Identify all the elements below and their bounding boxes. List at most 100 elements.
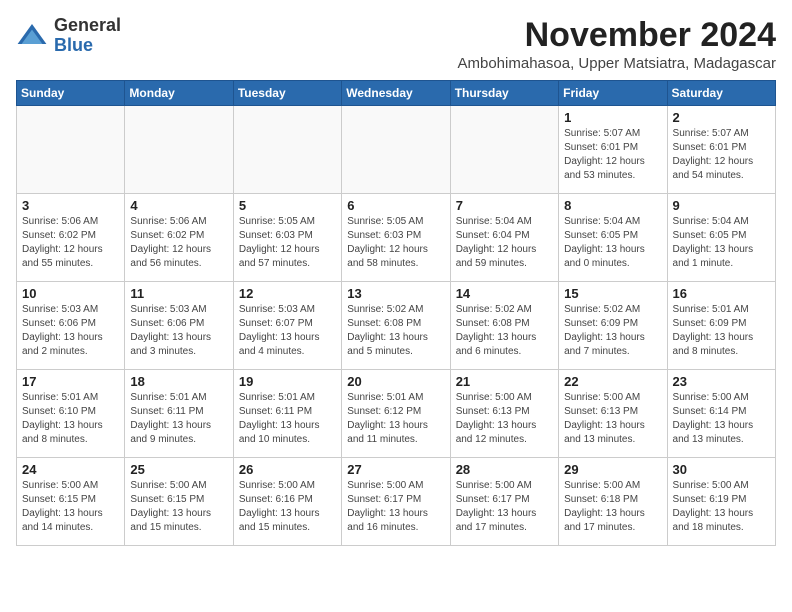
logo-general: General xyxy=(54,16,121,36)
logo-text: General Blue xyxy=(54,16,121,56)
calendar-cell: 8Sunrise: 5:04 AM Sunset: 6:05 PM Daylig… xyxy=(559,194,667,282)
calendar-cell: 25Sunrise: 5:00 AM Sunset: 6:15 PM Dayli… xyxy=(125,458,233,546)
header-thursday: Thursday xyxy=(450,81,558,106)
calendar-cell: 24 Sunrise: 5:00 AM Sunset: 6:15 PM Dayli… xyxy=(17,458,125,546)
day-number: 19 xyxy=(239,374,336,389)
calendar-table: Sunday Monday Tuesday Wednesday Thursday… xyxy=(16,80,776,546)
day-info: Sunrise: 5:06 AM Sunset: 6:02 PM Dayligh… xyxy=(130,215,227,271)
day-info: Sunrise: 5:04 AM Sunset: 6:05 PM Dayligh… xyxy=(673,215,770,271)
day-number: 27 xyxy=(347,462,444,477)
header-wednesday: Wednesday xyxy=(342,81,450,106)
calendar-cell: 23 Sunrise: 5:00 AM Sunset: 6:14 PM Dayli… xyxy=(667,370,775,458)
header-tuesday: Tuesday xyxy=(233,81,341,106)
day-info: Sunrise: 5:03 AM Sunset: 6:07 PM Dayligh… xyxy=(239,303,336,359)
calendar-cell: 4 Sunrise: 5:06 AM Sunset: 6:02 PM Daylig… xyxy=(125,194,233,282)
day-info: Sunrise: 5:00 AM Sunset: 6:14 PM Dayligh… xyxy=(673,391,770,447)
location-subtitle: Ambohimahasoa, Upper Matsiatra, Madagasc… xyxy=(458,55,777,72)
logo-blue: Blue xyxy=(54,36,121,56)
calendar-cell: 18Sunrise: 5:01 AM Sunset: 6:11 PM Dayli… xyxy=(125,370,233,458)
day-info: Sunrise: 5:05 AM Sunset: 6:03 PM Dayligh… xyxy=(347,215,444,271)
calendar-cell: 12Sunrise: 5:03 AM Sunset: 6:07 PM Dayli… xyxy=(233,282,341,370)
day-number: 24 xyxy=(22,462,119,477)
day-number: 6 xyxy=(347,198,444,213)
day-info: Sunrise: 5:00 AM Sunset: 6:15 PM Dayligh… xyxy=(22,479,119,535)
day-number: 23 xyxy=(673,374,770,389)
day-number: 10 xyxy=(22,286,119,301)
calendar-cell xyxy=(342,106,450,194)
calendar-cell: 13 Sunrise: 5:02 AM Sunset: 6:08 PM Dayli… xyxy=(342,282,450,370)
day-number: 15 xyxy=(564,286,661,301)
day-info: Sunrise: 5:00 AM Sunset: 6:17 PM Dayligh… xyxy=(456,479,553,535)
calendar-cell xyxy=(233,106,341,194)
calendar-week-1: 1 Sunrise: 5:07 AM Sunset: 6:01 PM Daylig… xyxy=(17,106,776,194)
calendar-cell: 1Sunrise: 5:07 AM Sunset: 6:01 PM Daylig… xyxy=(559,106,667,194)
day-number: 13 xyxy=(347,286,444,301)
day-number: 7 xyxy=(456,198,553,213)
day-number: 1 xyxy=(564,110,661,125)
day-number: 17 xyxy=(22,374,119,389)
day-number: 11 xyxy=(130,286,227,301)
day-number: 30 xyxy=(673,462,770,477)
header-friday: Friday xyxy=(559,81,667,106)
day-number: 29 xyxy=(564,462,661,477)
logo: General Blue xyxy=(16,16,121,56)
calendar-cell: 3 Sunrise: 5:06 AM Sunset: 6:02 PM Daylig… xyxy=(17,194,125,282)
day-info: Sunrise: 5:02 AM Sunset: 6:08 PM Dayligh… xyxy=(347,303,444,359)
calendar-cell: 14 Sunrise: 5:02 AM Sunset: 6:08 PM Dayli… xyxy=(450,282,558,370)
calendar-cell: 29 Sunrise: 5:00 AM Sunset: 6:18 PM Dayli… xyxy=(559,458,667,546)
calendar-cell: 17 Sunrise: 5:01 AM Sunset: 6:10 PM Dayli… xyxy=(17,370,125,458)
day-info: Sunrise: 5:00 AM Sunset: 6:19 PM Dayligh… xyxy=(673,479,770,535)
day-number: 26 xyxy=(239,462,336,477)
day-number: 3 xyxy=(22,198,119,213)
calendar-cell: 10 Sunrise: 5:03 AM Sunset: 6:06 PM Dayli… xyxy=(17,282,125,370)
day-number: 4 xyxy=(130,198,227,213)
day-info: Sunrise: 5:02 AM Sunset: 6:09 PM Dayligh… xyxy=(564,303,661,359)
day-number: 25 xyxy=(130,462,227,477)
day-number: 20 xyxy=(347,374,444,389)
calendar-cell: 26 Sunrise: 5:00 AM Sunset: 6:16 PM Dayli… xyxy=(233,458,341,546)
day-info: Sunrise: 5:00 AM Sunset: 6:16 PM Dayligh… xyxy=(239,479,336,535)
day-number: 21 xyxy=(456,374,553,389)
header-monday: Monday xyxy=(125,81,233,106)
page-header: General Blue November 2024 Ambohimahasoa… xyxy=(16,16,776,72)
day-number: 9 xyxy=(673,198,770,213)
day-info: Sunrise: 5:01 AM Sunset: 6:09 PM Dayligh… xyxy=(673,303,770,359)
header-sunday: Sunday xyxy=(17,81,125,106)
day-number: 16 xyxy=(673,286,770,301)
calendar-cell: 7Sunrise: 5:04 AM Sunset: 6:04 PM Daylig… xyxy=(450,194,558,282)
day-info: Sunrise: 5:03 AM Sunset: 6:06 PM Dayligh… xyxy=(130,303,227,359)
day-info: Sunrise: 5:03 AM Sunset: 6:06 PM Dayligh… xyxy=(22,303,119,359)
calendar-week-3: 10 Sunrise: 5:03 AM Sunset: 6:06 PM Dayli… xyxy=(17,282,776,370)
day-info: Sunrise: 5:05 AM Sunset: 6:03 PM Dayligh… xyxy=(239,215,336,271)
calendar-week-2: 3 Sunrise: 5:06 AM Sunset: 6:02 PM Daylig… xyxy=(17,194,776,282)
day-info: Sunrise: 5:00 AM Sunset: 6:13 PM Dayligh… xyxy=(564,391,661,447)
day-number: 5 xyxy=(239,198,336,213)
header-saturday: Saturday xyxy=(667,81,775,106)
calendar-header-row: Sunday Monday Tuesday Wednesday Thursday… xyxy=(17,81,776,106)
calendar-cell: 2Sunrise: 5:07 AM Sunset: 6:01 PM Daylig… xyxy=(667,106,775,194)
day-info: Sunrise: 5:01 AM Sunset: 6:11 PM Dayligh… xyxy=(239,391,336,447)
calendar-cell: 22 Sunrise: 5:00 AM Sunset: 6:13 PM Dayli… xyxy=(559,370,667,458)
calendar-cell: 15 Sunrise: 5:02 AM Sunset: 6:09 PM Dayli… xyxy=(559,282,667,370)
day-info: Sunrise: 5:01 AM Sunset: 6:11 PM Dayligh… xyxy=(130,391,227,447)
logo-icon xyxy=(16,20,48,52)
calendar-cell xyxy=(125,106,233,194)
day-info: Sunrise: 5:00 AM Sunset: 6:17 PM Dayligh… xyxy=(347,479,444,535)
calendar-cell: 21Sunrise: 5:00 AM Sunset: 6:13 PM Dayli… xyxy=(450,370,558,458)
day-info: Sunrise: 5:01 AM Sunset: 6:10 PM Dayligh… xyxy=(22,391,119,447)
day-number: 22 xyxy=(564,374,661,389)
title-block: November 2024 Ambohimahasoa, Upper Matsi… xyxy=(458,16,777,72)
day-info: Sunrise: 5:06 AM Sunset: 6:02 PM Dayligh… xyxy=(22,215,119,271)
calendar-cell: 9 Sunrise: 5:04 AM Sunset: 6:05 PM Daylig… xyxy=(667,194,775,282)
day-info: Sunrise: 5:01 AM Sunset: 6:12 PM Dayligh… xyxy=(347,391,444,447)
day-info: Sunrise: 5:02 AM Sunset: 6:08 PM Dayligh… xyxy=(456,303,553,359)
day-info: Sunrise: 5:04 AM Sunset: 6:05 PM Dayligh… xyxy=(564,215,661,271)
calendar-cell: 30 Sunrise: 5:00 AM Sunset: 6:19 PM Dayli… xyxy=(667,458,775,546)
calendar-cell xyxy=(450,106,558,194)
day-number: 14 xyxy=(456,286,553,301)
calendar-cell: 16 Sunrise: 5:01 AM Sunset: 6:09 PM Dayli… xyxy=(667,282,775,370)
day-info: Sunrise: 5:07 AM Sunset: 6:01 PM Dayligh… xyxy=(673,127,770,183)
day-info: Sunrise: 5:00 AM Sunset: 6:18 PM Dayligh… xyxy=(564,479,661,535)
calendar-cell: 27 Sunrise: 5:00 AM Sunset: 6:17 PM Dayli… xyxy=(342,458,450,546)
calendar-week-5: 24 Sunrise: 5:00 AM Sunset: 6:15 PM Dayli… xyxy=(17,458,776,546)
